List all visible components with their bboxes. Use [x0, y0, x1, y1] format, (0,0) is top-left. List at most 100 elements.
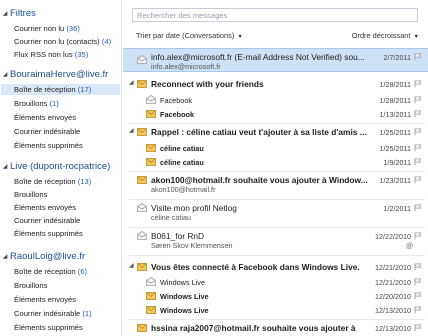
group-title: BouraimaHerve@live.fr: [10, 68, 109, 80]
message-sender: akon100@hotmail.fr: [151, 185, 216, 194]
conversation-row[interactable]: ◢ Vous êtes connecté à Facebook dans Win…: [123, 262, 428, 273]
group-header-account-1[interactable]: ◢ BouraimaHerve@live.fr: [0, 68, 109, 80]
triangle-down-icon[interactable]: ◢: [129, 79, 137, 86]
message-date: 12/21/2010: [375, 278, 411, 287]
flag-icon[interactable]: [414, 278, 422, 286]
flag-icon[interactable]: [414, 176, 422, 184]
folder-deleted-account-1[interactable]: Éléments supprimés: [14, 140, 83, 151]
folder-label: Courrier indésirable: [14, 309, 81, 318]
message-row[interactable]: hssina raja2007@hotmail.fr souhaite vous…: [123, 323, 428, 334]
flag-icon[interactable]: [414, 232, 422, 240]
triangle-down-icon[interactable]: ◢: [129, 262, 137, 269]
divider: [129, 199, 425, 200]
message-date: 12/20/2010: [375, 292, 411, 301]
message-date: 12/22/2010: [375, 232, 411, 241]
folder-unread-contacts[interactable]: Courrier non lu (contacts) (4): [14, 36, 111, 47]
folder-count: (1): [49, 99, 59, 108]
folder-label: Brouillons: [14, 281, 48, 290]
message-subject: Rappel : céline catiau veut t'ajouter à …: [151, 127, 367, 137]
folder-unread-rss[interactable]: Flux RSS non lus (35): [14, 49, 88, 60]
message-row[interactable]: akon100@hotmail.fr souhaite vous ajouter…: [123, 175, 428, 196]
folder-deleted-account-3[interactable]: Éléments supprimés: [14, 322, 83, 333]
envelope-icon: [137, 128, 147, 136]
conversation-message-row[interactable]: céline catiau 1/9/2011: [123, 157, 428, 168]
flag-icon[interactable]: [414, 324, 422, 332]
message-date: 1/13/2011: [379, 110, 411, 119]
flag-icon[interactable]: [414, 110, 422, 118]
folder-junk-account-3[interactable]: Courrier indésirable (1): [14, 308, 92, 319]
sort-order-label: Ordre décroissant: [351, 31, 411, 40]
group-header-account-3[interactable]: ◢ RaoulLoig@live.fr: [0, 250, 85, 262]
conversation-row[interactable]: ◢ Rappel : céline catiau veut t'ajouter …: [123, 127, 428, 138]
conversation-message-row[interactable]: Windows Live 12/21/2010: [123, 277, 428, 288]
conversation-message-row[interactable]: céline catiau 1/25/2011: [123, 143, 428, 154]
group-header-account-2[interactable]: ◢ Live (dupont-rocpatrice): [0, 160, 111, 172]
folder-label: Éléments supprimés: [14, 229, 83, 238]
triangle-down-icon[interactable]: ◢: [1, 10, 9, 17]
group-header-filters[interactable]: ◢ Filtres: [0, 7, 36, 19]
folder-deleted-account-2[interactable]: Éléments supprimés: [14, 228, 83, 239]
folder-sent-account-3[interactable]: Éléments envoyés: [14, 294, 76, 305]
open-envelope-icon: [137, 203, 147, 212]
sort-bar: Trier par date (Conversations) ▼ Ordre d…: [123, 31, 428, 41]
message-subject: Visite mon profil Netlog: [151, 203, 237, 213]
triangle-down-icon[interactable]: ◢: [129, 127, 137, 134]
conversation-message-row[interactable]: Windows Live 12/20/2010: [123, 291, 428, 302]
conversation-message-row[interactable]: Facebook 1/13/2011: [123, 109, 428, 120]
folder-junk-account-1[interactable]: Courrier indésirable: [14, 126, 80, 137]
conversation-message-row[interactable]: Windows Live 12/13/2010: [123, 305, 428, 316]
flag-icon[interactable]: [414, 204, 422, 212]
flag-icon[interactable]: [414, 263, 422, 271]
conversation-row[interactable]: ◢ Reconnect with your friends 1/28/2011: [123, 79, 428, 90]
folder-label: Éléments envoyés: [14, 295, 77, 304]
folder-label: Éléments envoyés: [14, 113, 77, 122]
flag-icon[interactable]: [414, 158, 422, 166]
message-row[interactable]: B061_for RnD Søren Skov Klemmensen 12/22…: [123, 231, 428, 252]
message-subject: akon100@hotmail.fr souhaite vous ajouter…: [151, 175, 368, 185]
divider: [129, 123, 425, 124]
flag-icon[interactable]: [414, 144, 422, 152]
folder-inbox-account-2[interactable]: Boîte de réception (13): [14, 176, 91, 187]
message-row[interactable]: Visite mon profil Netlog céline catiau 1…: [123, 203, 428, 224]
sort-by-date-dropdown[interactable]: Trier par date (Conversations) ▼: [136, 31, 243, 40]
envelope-icon: [137, 80, 147, 88]
flag-icon[interactable]: [414, 53, 422, 61]
folder-count: (13): [77, 177, 92, 186]
folder-label: Brouillons: [14, 99, 48, 108]
folder-unread-mail[interactable]: Courrier non lu (36): [14, 23, 80, 34]
message-row[interactable]: info.alex@microsoft.fr (E-mail Address N…: [123, 48, 428, 72]
folder-drafts-account-2[interactable]: Brouillons: [14, 189, 47, 200]
folder-inbox-account-3[interactable]: Boîte de réception (6): [14, 266, 87, 277]
divider: [129, 227, 425, 228]
message-sender: info.alex@microsoft.fr: [151, 62, 221, 71]
divider: [129, 319, 425, 320]
folder-label: Éléments envoyés: [14, 203, 77, 212]
open-envelope-icon: [146, 277, 156, 286]
flag-icon[interactable]: [414, 128, 422, 136]
triangle-down-icon[interactable]: ◢: [1, 253, 9, 260]
folder-junk-account-2[interactable]: Courrier indésirable: [14, 215, 80, 226]
folder-drafts-account-1[interactable]: Brouillons (1): [14, 98, 59, 109]
search-input[interactable]: [132, 8, 418, 22]
conversation-message-row[interactable]: Facebook 1/28/2011: [123, 95, 428, 106]
flag-icon[interactable]: [414, 96, 422, 104]
triangle-down-icon[interactable]: ◢: [1, 163, 9, 170]
group-title: Live (dupont-rocpatrice): [10, 160, 111, 172]
flag-icon[interactable]: [414, 306, 422, 314]
chevron-down-icon: ▼: [237, 34, 243, 40]
group-title: RaoulLoig@live.fr: [10, 250, 86, 262]
triangle-down-icon[interactable]: ◢: [1, 71, 9, 78]
folder-sent-account-1[interactable]: Éléments envoyés: [14, 112, 76, 123]
attachment-icon: @: [406, 243, 414, 250]
message-date: 2/7/2011: [383, 53, 411, 62]
folder-label: Courrier indésirable: [14, 127, 81, 136]
flag-icon[interactable]: [414, 80, 422, 88]
folder-count: (6): [77, 267, 88, 276]
message-date: 1/9/2011: [383, 158, 411, 167]
flag-icon[interactable]: [414, 292, 422, 300]
folder-drafts-account-3[interactable]: Brouillons: [14, 280, 47, 291]
message-sender: Windows Live: [160, 292, 209, 301]
folder-sent-account-2[interactable]: Éléments envoyés: [14, 202, 76, 213]
sort-order-dropdown[interactable]: Ordre décroissant ▼: [352, 31, 419, 40]
folder-inbox-account-1[interactable]: Boîte de réception (17): [1, 84, 120, 95]
